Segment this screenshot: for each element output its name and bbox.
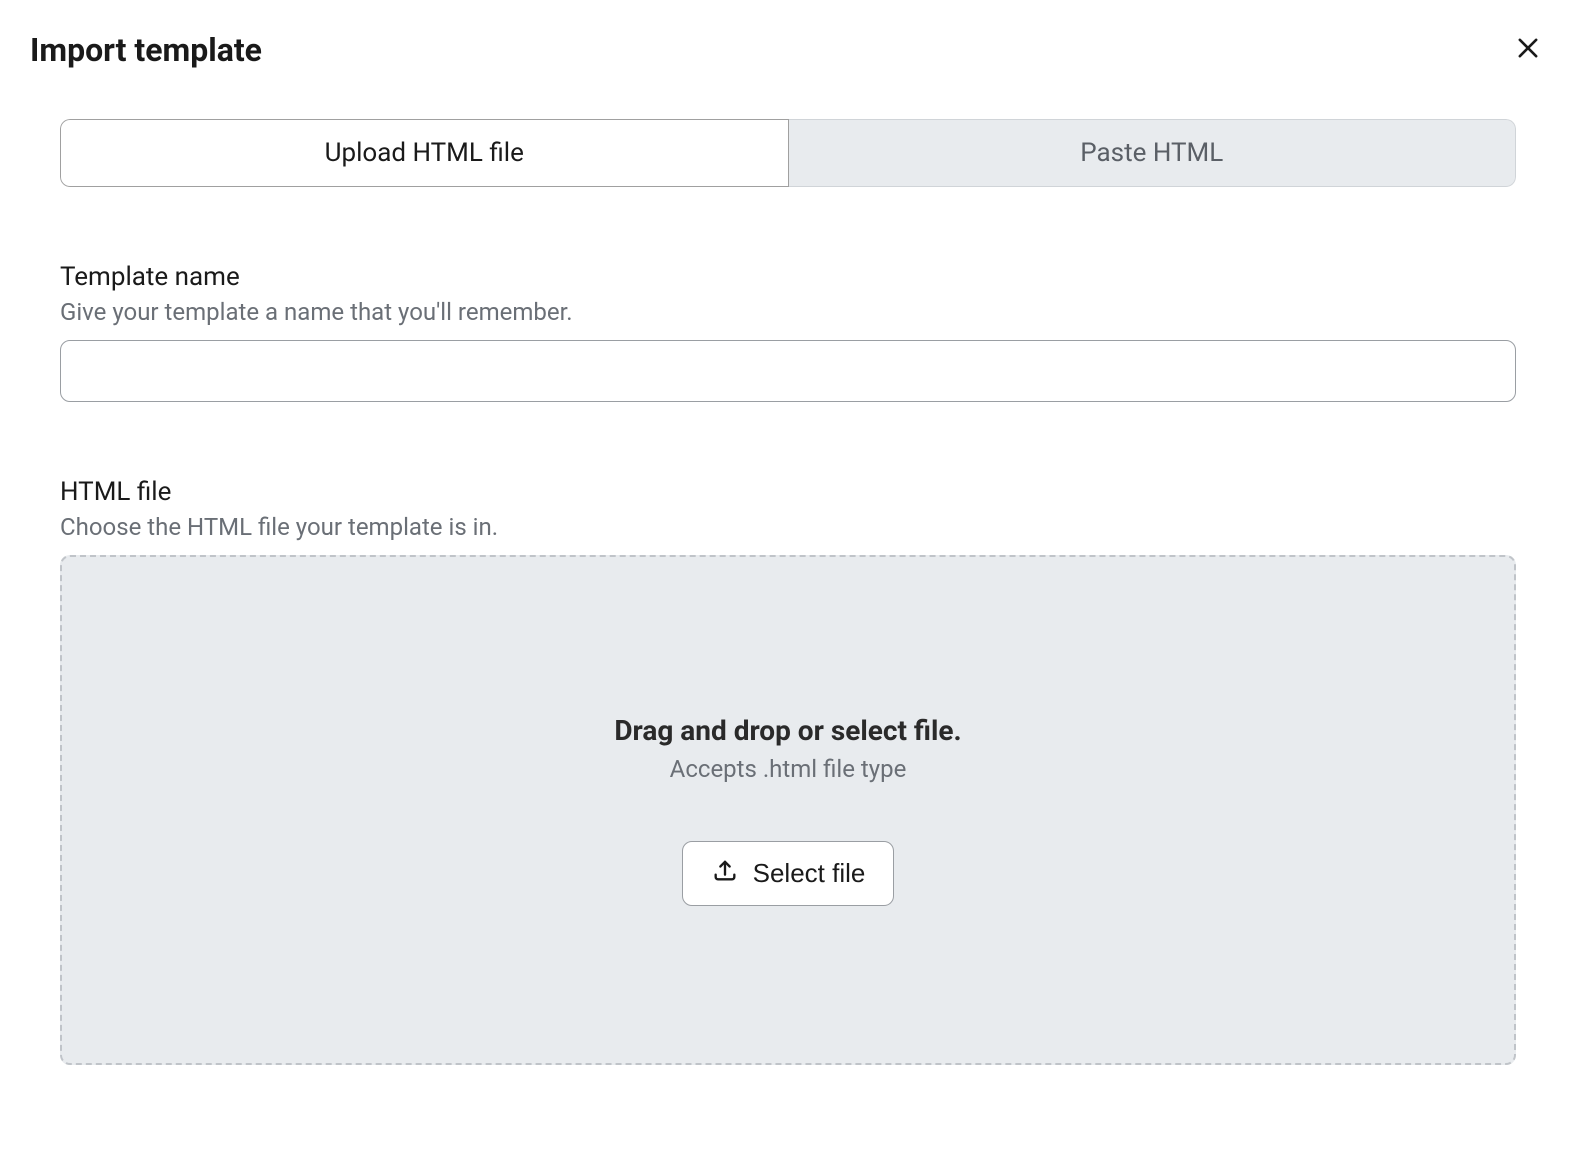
modal-content: Upload HTML file Paste HTML Template nam… — [30, 119, 1546, 1065]
tab-paste-html[interactable]: Paste HTML — [789, 119, 1517, 187]
close-icon — [1514, 34, 1542, 65]
close-button[interactable] — [1510, 30, 1546, 69]
template-name-help: Give your template a name that you'll re… — [60, 298, 1516, 326]
file-dropzone[interactable]: Drag and drop or select file. Accepts .h… — [60, 555, 1516, 1065]
template-name-group: Template name Give your template a name … — [60, 262, 1516, 402]
modal-title: Import template — [30, 31, 262, 69]
html-file-help: Choose the HTML file your template is in… — [60, 513, 1516, 541]
html-file-group: HTML file Choose the HTML file your temp… — [60, 477, 1516, 541]
template-name-label: Template name — [60, 262, 1516, 292]
tab-upload-html-file[interactable]: Upload HTML file — [60, 119, 789, 187]
import-template-modal: Import template Upload HTML file Paste H… — [0, 0, 1576, 1095]
modal-header: Import template — [30, 30, 1546, 69]
select-file-button-label: Select file — [753, 858, 866, 889]
tab-group: Upload HTML file Paste HTML — [60, 119, 1516, 187]
html-file-label: HTML file — [60, 477, 1516, 507]
select-file-button[interactable]: Select file — [682, 841, 895, 906]
template-name-input[interactable] — [60, 340, 1516, 402]
dropzone-title: Drag and drop or select file. — [614, 714, 961, 747]
upload-icon — [711, 856, 739, 891]
dropzone-subtitle: Accepts .html file type — [670, 755, 907, 783]
